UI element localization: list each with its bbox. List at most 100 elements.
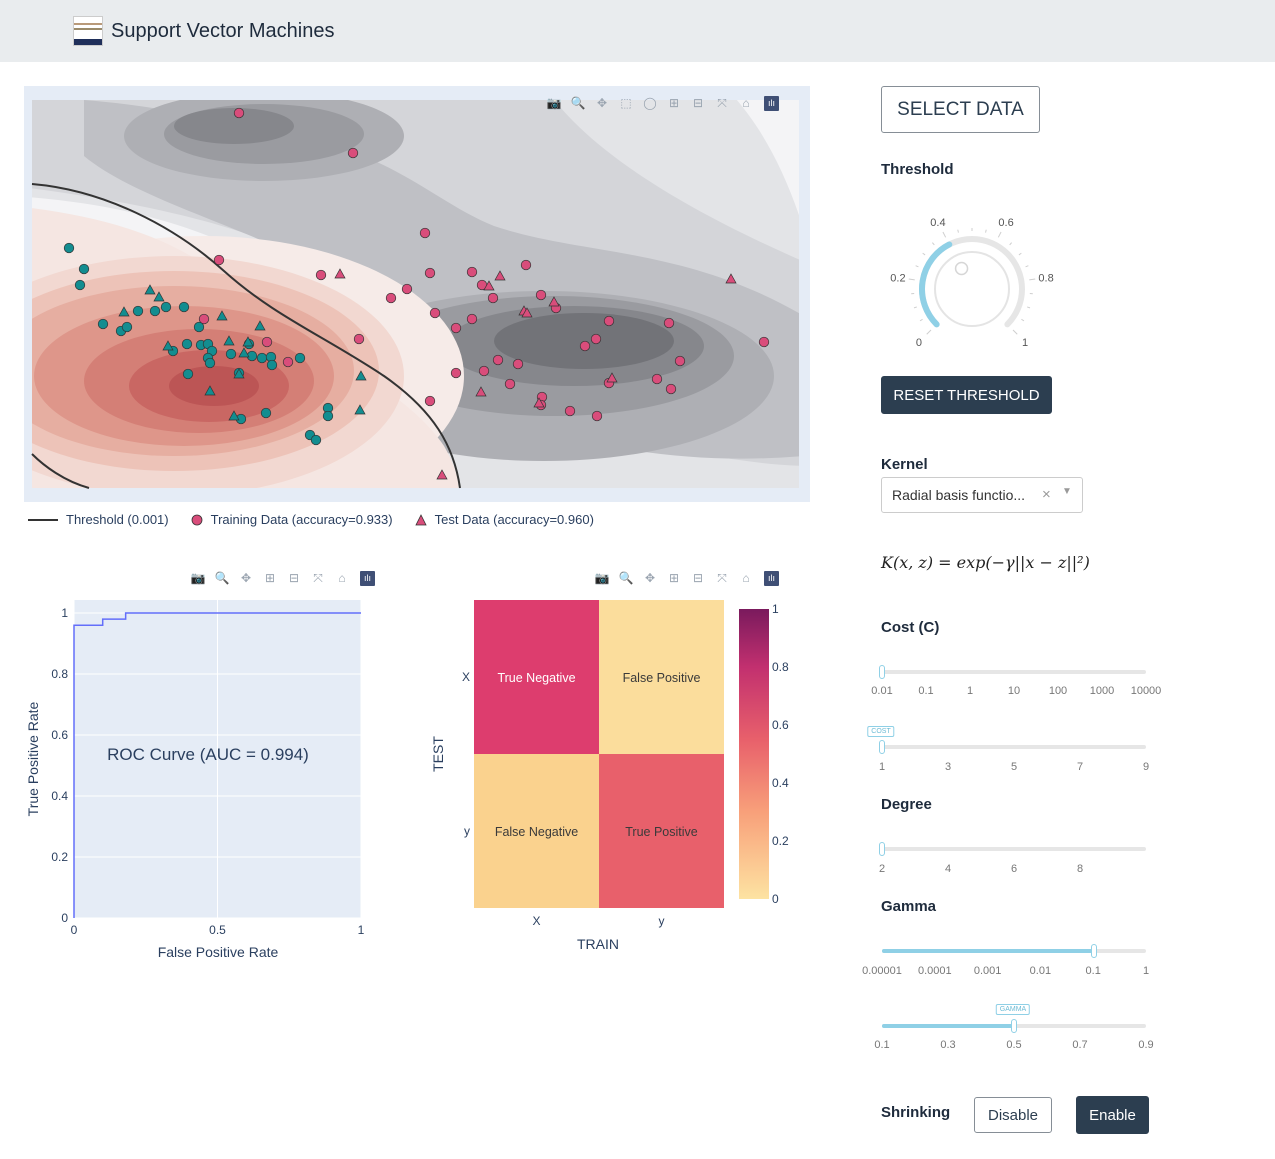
autoscale-icon[interactable]: ⤧	[308, 569, 328, 587]
legend-item-training[interactable]: Training Data (accuracy=0.933)	[191, 512, 393, 527]
knob-tick	[919, 318, 923, 322]
reset-axes-icon[interactable]: ⌂	[736, 569, 756, 587]
zoom-out-icon[interactable]: ⊟	[688, 569, 708, 587]
knob-label: 0.8	[1038, 272, 1053, 284]
legend-item-threshold[interactable]: Threshold (0.001)	[28, 512, 169, 527]
training-point	[193, 321, 205, 333]
cost-tick: 0.01	[871, 685, 893, 697]
knob-label: 0.2	[890, 272, 905, 284]
cost-label: Cost (C)	[881, 619, 940, 636]
training-point	[579, 340, 591, 352]
knob-tick	[997, 231, 1002, 238]
zoom-out-icon[interactable]: ⊟	[688, 94, 708, 112]
training-point	[266, 359, 278, 371]
gamma-slider-handle[interactable]	[1091, 944, 1097, 958]
training-point	[419, 227, 431, 239]
zoom-in-icon[interactable]: ⊞	[664, 569, 684, 587]
zoom-in-icon[interactable]: ⊞	[664, 94, 684, 112]
reset-threshold-button[interactable]: RESET THRESHOLD	[881, 376, 1052, 414]
cost-slider[interactable]	[882, 670, 1146, 674]
reset-axes-icon[interactable]: ⌂	[736, 94, 756, 112]
gamma-multiplier-tick: 0.1	[874, 1039, 890, 1051]
kernel-dropdown[interactable]: Radial basis functio... × ▼	[881, 477, 1083, 513]
confusion-xlabel: TRAIN	[577, 936, 619, 952]
training-point	[353, 333, 365, 345]
confusion-matrix-chart[interactable]: True Negative False Positive False Negativ…	[420, 595, 800, 965]
roc-ytick: 0.8	[51, 667, 68, 681]
colorbar-tick: 0.8	[772, 660, 789, 674]
cost-multiplier-tick: 7	[1076, 761, 1084, 773]
training-point	[181, 338, 193, 350]
training-point	[132, 305, 144, 317]
zoom-icon[interactable]: 🔍	[212, 569, 232, 587]
circle-marker-icon	[191, 514, 203, 525]
degree-tick: 8	[1076, 863, 1084, 875]
clear-icon[interactable]: ×	[1042, 486, 1051, 503]
knob-dial[interactable]	[934, 251, 1010, 327]
roc-chart[interactable]: ROC Curve (AUC = 0.994) 0 0.2 0.4 0.6 0.8 1 0 0…	[20, 595, 380, 975]
knob-label: 0	[916, 337, 922, 349]
plotly-logo-icon[interactable]: ılı	[764, 570, 779, 586]
decision-boundary-plot[interactable]: 📷 🔍 ✥ ⬚ ◯ ⊞ ⊟ ⤧ ⌂ ılı	[24, 86, 810, 502]
legend-item-test[interactable]: Test Data (accuracy=0.960)	[414, 512, 594, 527]
training-point	[478, 365, 490, 377]
plotly-logo-icon[interactable]: ılı	[764, 95, 779, 111]
training-point	[429, 307, 441, 319]
knob-tick	[1012, 329, 1018, 335]
autoscale-icon[interactable]: ⤧	[712, 569, 732, 587]
training-point	[520, 259, 532, 271]
knob-tick	[926, 329, 932, 335]
select-data-button[interactable]: SELECT DATA	[881, 86, 1040, 133]
zoom-icon[interactable]: 🔍	[568, 94, 588, 112]
training-point	[466, 313, 478, 325]
legend-threshold-label: Threshold (0.001)	[66, 512, 169, 527]
confusion-xtick: X	[532, 914, 540, 928]
gamma-badge: GAMMA	[995, 1004, 1031, 1015]
disable-button[interactable]: Disable	[974, 1097, 1052, 1133]
training-point	[424, 267, 436, 279]
pan-icon[interactable]: ✥	[236, 569, 256, 587]
gamma-multiplier-handle[interactable]	[1011, 1019, 1017, 1033]
zoom-in-icon[interactable]: ⊞	[260, 569, 280, 587]
roc-xtick: 0.5	[209, 923, 226, 937]
zoom-out-icon[interactable]: ⊟	[284, 569, 304, 587]
gamma-multiplier-tick: 0.9	[1138, 1039, 1154, 1051]
lasso-icon[interactable]: ◯	[640, 94, 660, 112]
zoom-icon[interactable]: 🔍	[616, 569, 636, 587]
reset-axes-icon[interactable]: ⌂	[332, 569, 352, 587]
chevron-down-icon[interactable]: ▼	[1062, 486, 1072, 497]
cost-slider-handle[interactable]	[879, 665, 885, 679]
contour-layer	[32, 100, 799, 488]
shrinking-label: Shrinking	[881, 1104, 951, 1121]
roc-xlabel: False Positive Rate	[158, 944, 279, 960]
threshold-knob[interactable]: 0 0.2 0.4 0.6 0.8 1	[880, 205, 1060, 355]
gamma-tick: 0.00001	[862, 965, 902, 977]
camera-icon[interactable]: 📷	[592, 569, 612, 587]
roc-modebar: 📷 🔍 ✥ ⊞ ⊟ ⤧ ⌂ ılı	[188, 569, 375, 587]
camera-icon[interactable]: 📷	[544, 94, 564, 112]
training-point	[401, 283, 413, 295]
knob-tick	[932, 242, 935, 246]
box-select-icon[interactable]: ⬚	[616, 94, 636, 112]
colorbar	[739, 609, 769, 899]
training-point	[74, 279, 86, 291]
decision-boundary-svg	[31, 100, 799, 489]
training-point	[310, 434, 322, 446]
cost-multiplier-handle[interactable]	[879, 740, 885, 754]
roc-ytick: 0.6	[51, 728, 68, 742]
pan-icon[interactable]: ✥	[592, 94, 612, 112]
cost-multiplier-tick: 5	[1010, 761, 1018, 773]
autoscale-icon[interactable]: ⤧	[712, 94, 732, 112]
pan-icon[interactable]: ✥	[640, 569, 660, 587]
camera-icon[interactable]: 📷	[188, 569, 208, 587]
cost-multiplier-tick: 3	[944, 761, 952, 773]
cost-multiplier-slider[interactable]	[882, 745, 1146, 749]
knob-tick	[957, 229, 959, 233]
roc-ytick: 0.4	[51, 789, 68, 803]
enable-button[interactable]: Enable	[1076, 1096, 1149, 1134]
training-point	[535, 289, 547, 301]
degree-slider[interactable]	[882, 847, 1146, 851]
gamma-multiplier-tick: 0.7	[1072, 1039, 1088, 1051]
degree-slider-handle[interactable]	[879, 842, 885, 856]
plotly-logo-icon[interactable]: ılı	[360, 570, 375, 586]
